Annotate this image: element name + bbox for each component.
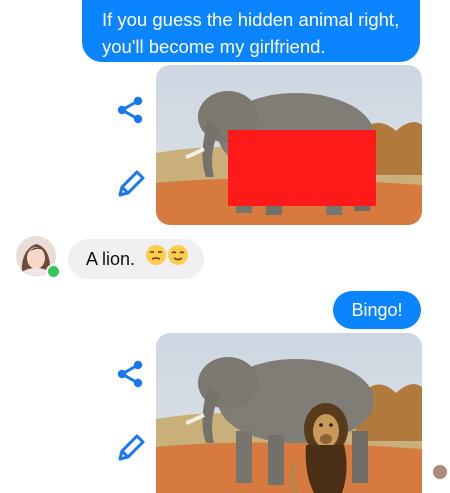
pencil-icon[interactable] (112, 430, 148, 471)
smiling-face-emoji (167, 240, 189, 280)
seen-avatar (433, 465, 447, 479)
message-text: Bingo! (351, 300, 403, 320)
pencil-icon[interactable] (112, 166, 148, 207)
incoming-message-bubble[interactable]: A lion. (68, 239, 204, 279)
online-status-dot (46, 264, 61, 279)
shared-photo-hidden-animal[interactable] (156, 65, 422, 225)
share-icon[interactable] (114, 94, 146, 131)
unamused-face-emoji (145, 240, 167, 280)
message-text: A lion. (86, 249, 136, 269)
outgoing-message-bubble[interactable]: Bingo! (333, 291, 421, 329)
share-icon[interactable] (114, 358, 146, 395)
shared-photo-revealed-lion[interactable] (156, 333, 422, 493)
message-text: If you guess the hidden animal right, yo… (102, 9, 400, 57)
outgoing-message-bubble[interactable]: If you guess the hidden animal right, yo… (82, 0, 420, 62)
